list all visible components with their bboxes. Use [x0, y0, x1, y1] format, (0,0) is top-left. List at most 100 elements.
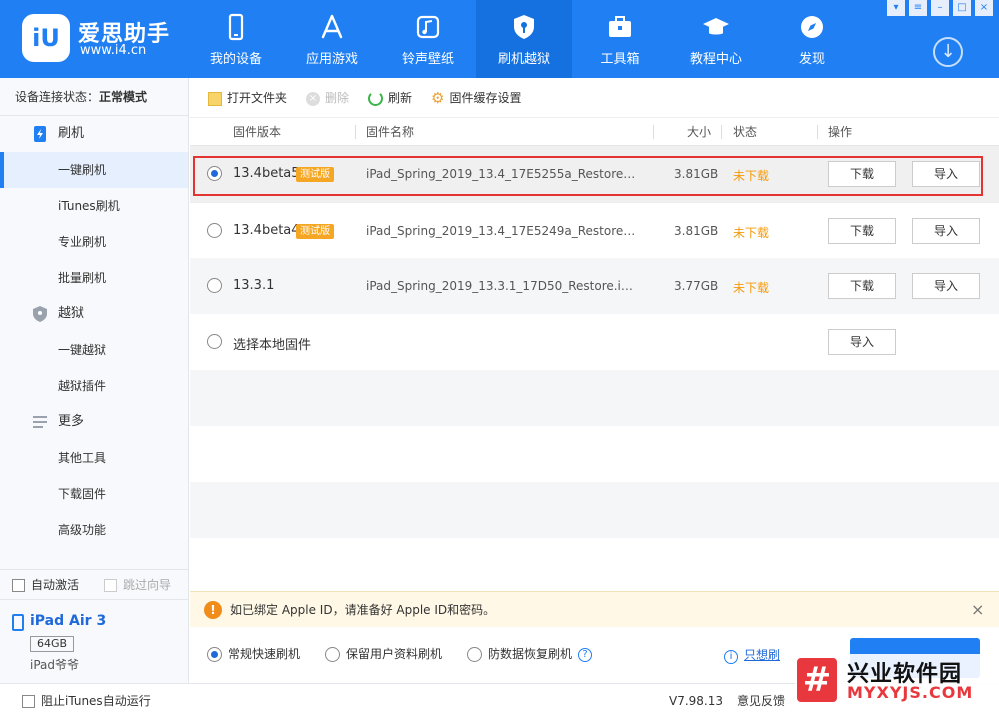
refresh-button[interactable]: 刷新: [368, 78, 412, 118]
sidebar-item-other-tools[interactable]: 其他工具: [0, 440, 188, 476]
sidebar-item-one-click-jailbreak[interactable]: 一键越狱: [0, 332, 188, 368]
mode-label: 保留用户资料刷机: [346, 647, 443, 661]
site-watermark: # 兴业软件园 MYXYJS.COM: [795, 654, 999, 706]
sidebar-item-advanced[interactable]: 高级功能: [0, 512, 188, 548]
auto-activate-checkbox[interactable]: [12, 579, 25, 592]
sidebar-group-more[interactable]: 更多: [0, 404, 188, 440]
block-itunes-checkbox[interactable]: [22, 695, 35, 708]
firmware-name: iPad_Spring_2019_13.3.1_17D50_Restore.ip…: [366, 279, 636, 293]
info-icon: i: [724, 650, 738, 664]
sidebar-group-jailbreak[interactable]: 越狱: [0, 296, 188, 332]
table-row[interactable]: 13.4beta4 测试版 iPad_Spring_2019_13.4_17E5…: [190, 202, 999, 258]
nav-toolbox[interactable]: 工具箱: [572, 0, 668, 78]
download-button[interactable]: 下载: [828, 273, 896, 299]
nav-label: 铃声壁纸: [401, 52, 454, 67]
feedback-link[interactable]: 意见反馈: [737, 684, 785, 718]
firmware-size: 3.81GB: [674, 224, 719, 238]
graduation-cap-icon: [703, 18, 729, 35]
mode-radio[interactable]: [207, 647, 222, 662]
sidebar-item-itunes-flash[interactable]: iTunes刷机: [0, 188, 188, 224]
refresh-icon: [368, 91, 383, 106]
delete-label: 删除: [325, 91, 350, 105]
shield-key-icon: [514, 15, 534, 39]
row-radio[interactable]: [207, 166, 222, 181]
only-flash-link[interactable]: i 只想刷: [724, 646, 780, 664]
skin-icon[interactable]: ▾: [887, 0, 905, 16]
sidebar-item-batch-flash[interactable]: 批量刷机: [0, 260, 188, 296]
maximize-icon[interactable]: □: [953, 0, 971, 16]
device-owner: iPad爷爷: [30, 658, 80, 672]
delete-button[interactable]: × 删除: [306, 78, 349, 118]
device-capacity: 64GB: [30, 636, 75, 652]
mode-anti-recovery[interactable]: 防数据恢复刷机?: [467, 646, 593, 662]
firmware-name: iPad_Spring_2019_13.4_17E5255a_Restore.i…: [366, 167, 636, 181]
nav-discover[interactable]: 发现: [764, 0, 860, 78]
import-button[interactable]: 导入: [912, 273, 980, 299]
col-size: 大小: [687, 125, 712, 139]
top-bar: iU 爱思助手 www.i4.cn 我的设备 应用游戏 铃声壁纸 刷机越狱 工具…: [0, 0, 999, 78]
minimize-icon[interactable]: –: [931, 0, 949, 16]
gear-icon: ⚙: [431, 89, 445, 107]
table-row[interactable]: 13.3.1 iPad_Spring_2019_13.3.1_17D50_Res…: [190, 258, 999, 314]
import-button[interactable]: 导入: [912, 218, 980, 244]
block-itunes-option[interactable]: 阻止iTunes自动运行: [22, 684, 151, 718]
download-button[interactable]: 下载: [828, 218, 896, 244]
mode-radio[interactable]: [467, 647, 482, 662]
sidebar-device-panel: 自动激活 跳过向导 iPad Air 3 64GB iPad爷爷: [0, 569, 189, 683]
nav-flash-jailbreak[interactable]: 刷机越狱: [476, 0, 572, 78]
col-divider: [653, 125, 654, 139]
firmware-size: 3.77GB: [674, 279, 719, 293]
cache-settings-button[interactable]: ⚙ 固件缓存设置: [431, 78, 521, 118]
sidebar-item-jailbreak-plugins[interactable]: 越狱插件: [0, 368, 188, 404]
window-controls: ▾ ≡ – □ ×: [887, 0, 993, 16]
mode-label: 常规快速刷机: [228, 647, 301, 661]
apple-id-notice: ! 如已绑定 Apple ID，请准备好 Apple ID和密码。 ×: [190, 591, 999, 627]
help-icon[interactable]: ?: [578, 647, 593, 662]
nav-my-device[interactable]: 我的设备: [188, 0, 284, 78]
firmware-table-header: 固件版本 固件名称 大小 状态 操作: [190, 118, 999, 146]
app-logo: iU: [22, 14, 70, 62]
tablet-icon: [12, 614, 24, 631]
auto-activate-row: 自动激活 跳过向导: [0, 570, 189, 600]
import-button[interactable]: 导入: [828, 329, 896, 355]
import-button[interactable]: 导入: [912, 161, 980, 187]
row-radio[interactable]: [207, 278, 222, 293]
download-manager-icon[interactable]: ↓: [933, 37, 963, 67]
skip-guide-option[interactable]: 跳过向导: [104, 570, 171, 600]
sidebar-group-flash[interactable]: 刷机: [0, 116, 188, 152]
firmware-size: 3.81GB: [674, 167, 719, 181]
sidebar-item-one-click-flash[interactable]: 一键刷机: [0, 152, 188, 188]
empty-row: [190, 426, 999, 482]
col-status: 状态: [733, 125, 758, 139]
sidebar-item-pro-flash[interactable]: 专业刷机: [0, 224, 188, 260]
skip-guide-label: 跳过向导: [123, 578, 172, 592]
sidebar-item-download-firmware[interactable]: 下载固件: [0, 476, 188, 512]
nav-tutorials[interactable]: 教程中心: [668, 0, 764, 78]
watermark-logo: #: [797, 658, 837, 702]
nav-ringtones[interactable]: 铃声壁纸: [380, 0, 476, 78]
close-icon[interactable]: ×: [975, 0, 993, 16]
block-itunes-label: 阻止iTunes自动运行: [41, 694, 151, 708]
skip-guide-checkbox[interactable]: [104, 579, 117, 592]
open-folder-button[interactable]: 打开文件夹: [208, 78, 287, 118]
nav-apps-games[interactable]: 应用游戏: [284, 0, 380, 78]
toolbar: 打开文件夹 × 删除 刷新 ⚙ 固件缓存设置: [190, 78, 999, 118]
row-radio[interactable]: [207, 223, 222, 238]
firmware-version: 13.4beta4: [233, 223, 300, 238]
firmware-status: 未下载: [733, 226, 770, 240]
mode-quick-flash[interactable]: 常规快速刷机: [207, 646, 300, 662]
nav-label: 刷机越狱: [497, 52, 550, 67]
local-firmware-label: 选择本地固件: [233, 338, 312, 353]
table-row[interactable]: 13.4beta5 测试版 iPad_Spring_2019_13.4_17E5…: [190, 146, 999, 202]
close-icon[interactable]: ×: [971, 592, 984, 628]
device-name: iPad Air 3: [30, 613, 107, 629]
table-row[interactable]: 选择本地固件 导入: [190, 314, 999, 370]
app-version: V7.98.13: [669, 694, 724, 708]
row-radio[interactable]: [207, 334, 222, 349]
compass-icon: [801, 16, 823, 38]
menu-icon[interactable]: ≡: [909, 0, 927, 16]
mode-radio[interactable]: [325, 647, 340, 662]
firmware-version: 13.4beta5: [233, 166, 300, 181]
download-button[interactable]: 下载: [828, 161, 896, 187]
mode-keep-data[interactable]: 保留用户资料刷机: [325, 646, 442, 662]
